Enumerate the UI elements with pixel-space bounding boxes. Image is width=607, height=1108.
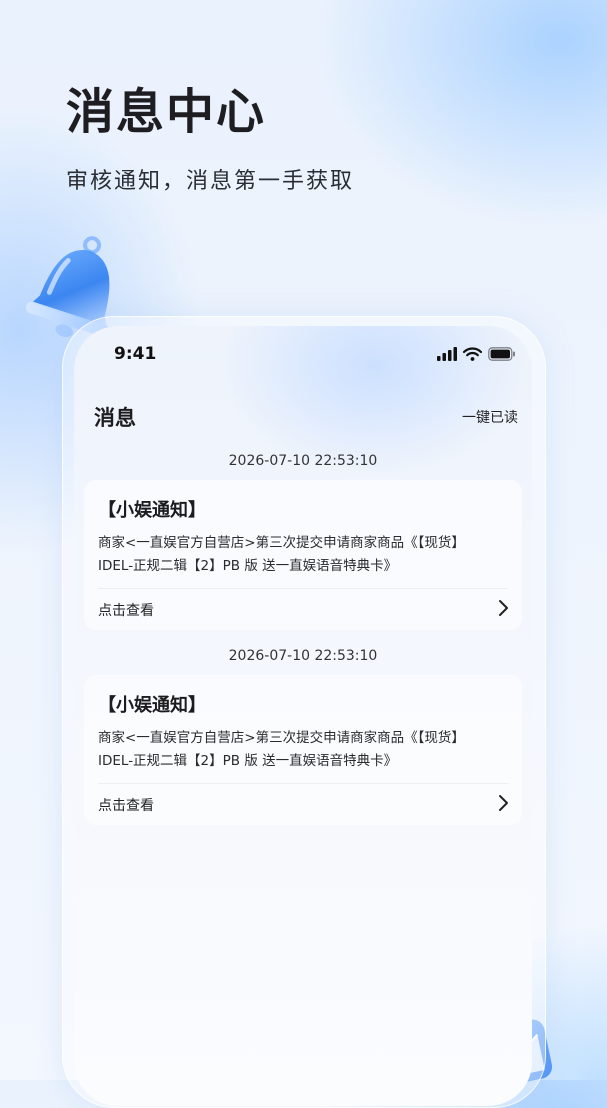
message-body: 商家<一直娱官方自营店>第三次提交申请商家商品《【现货】 IDEL-正规二辑【2… [98,532,518,578]
wifi-icon [463,347,482,361]
message-title: 【小娱通知】 [98,500,206,521]
hero-title: 消息中心 [66,84,267,140]
status-time: 9:41 [114,344,157,364]
message-body-line: IDEL-正规二辑【2】PB 版 送一直娱语音特典卡》 [98,558,398,574]
message-card[interactable]: 【小娱通知】 商家<一直娱官方自营店>第三次提交申请商家商品《【现货】 IDEL… [84,480,522,630]
phone-screen: 9:41 消息 一键已读 2026-07-10 22:53:10 【小娱通知】 … [74,326,532,1106]
view-details-link[interactable]: 点击查看 [98,795,154,815]
battery-icon [488,347,515,361]
message-body: 商家<一直娱官方自营店>第三次提交申请商家商品《【现货】 IDEL-正规二辑【2… [98,727,518,773]
cellular-signal-icon [437,347,457,361]
hero-subtitle: 审核通知，消息第一手获取 [66,169,355,194]
message-body-line: 商家<一直娱官方自营店>第三次提交申请商家商品《【现货】 [98,535,465,551]
message-body-line: IDEL-正规二辑【2】PB 版 送一直娱语音特典卡》 [98,753,398,769]
message-title: 【小娱通知】 [98,695,206,716]
card-divider [98,588,508,589]
message-timestamp: 2026-07-10 22:53:10 [228,648,378,664]
chevron-right-icon[interactable] [494,793,512,813]
message-body-line: 商家<一直娱官方自营店>第三次提交申请商家商品《【现货】 [98,730,465,746]
status-icons [437,346,516,362]
mark-all-read-button[interactable]: 一键已读 [462,407,518,427]
message-timestamp: 2026-07-10 22:53:10 [228,453,378,469]
page-title: 消息 [94,406,136,430]
message-card[interactable]: 【小娱通知】 商家<一直娱官方自营店>第三次提交申请商家商品《【现货】 IDEL… [84,675,522,825]
card-divider [98,783,508,784]
view-details-link[interactable]: 点击查看 [98,600,154,620]
chevron-right-icon[interactable] [494,598,512,618]
